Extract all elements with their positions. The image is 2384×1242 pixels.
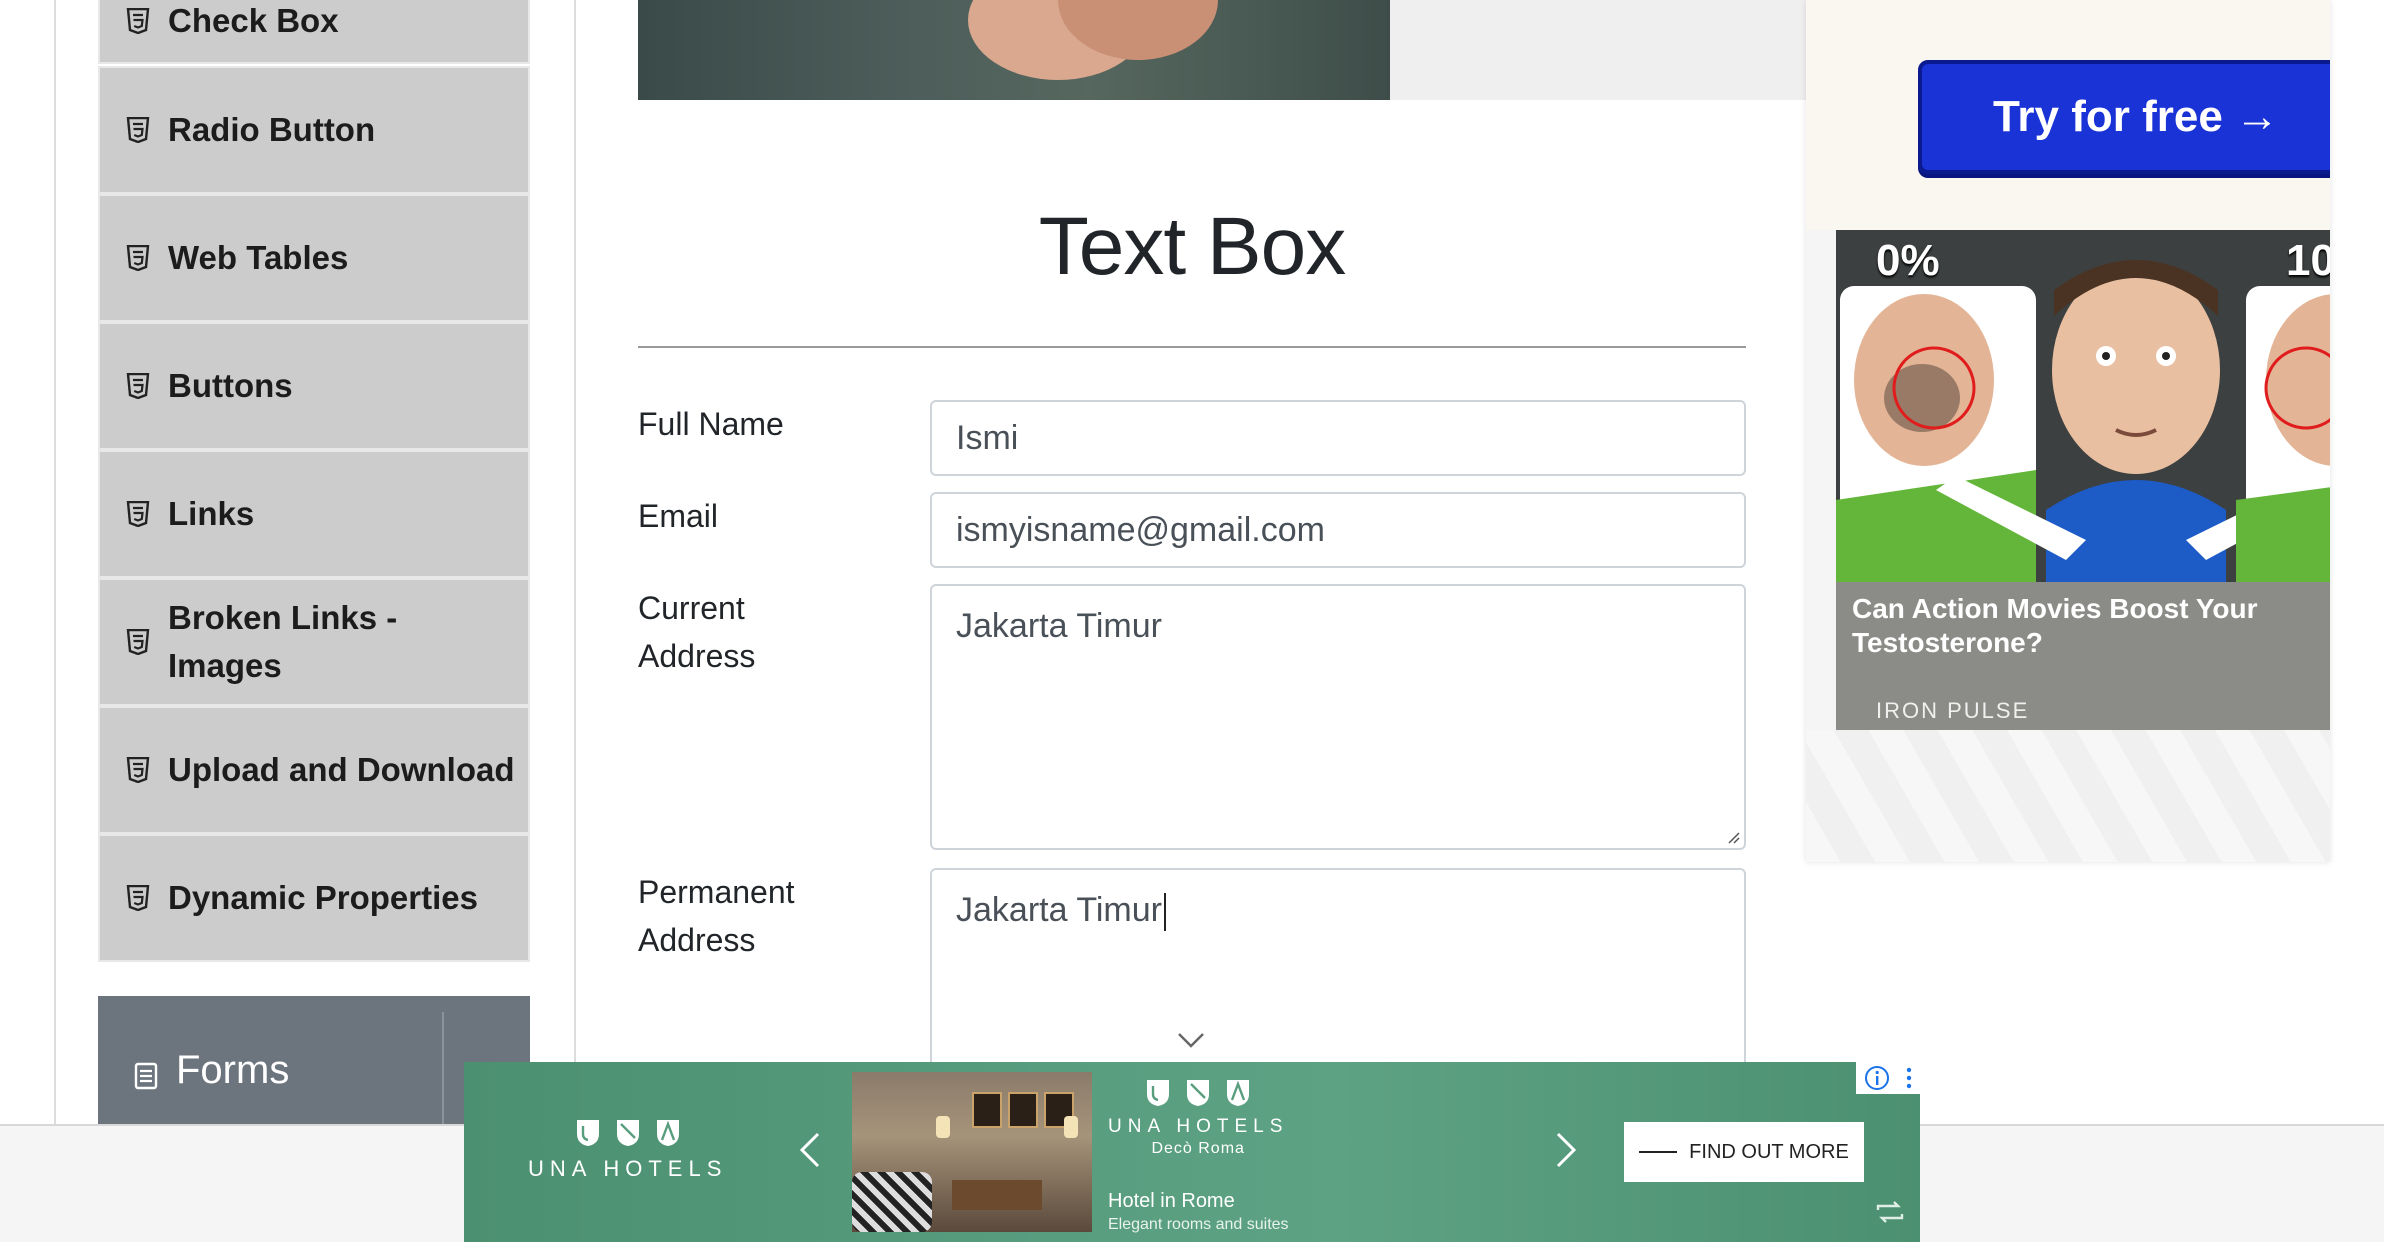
promo-percent-right: 100%	[2286, 236, 2330, 285]
sidebar-item-label: Links	[168, 495, 255, 532]
full-name-value: Ismi	[956, 419, 1019, 457]
current-address-label-line: Address	[638, 638, 756, 674]
html5-icon	[126, 8, 150, 34]
chevron-left-icon[interactable]	[798, 1130, 822, 1170]
sidebar-item-label: Dynamic Properties	[168, 879, 478, 916]
replay-icon[interactable]	[1874, 1198, 1906, 1226]
permanent-address-value: Jakarta Timur	[956, 891, 1162, 929]
armchair	[852, 1172, 932, 1232]
promo-image: 0% 100%	[1836, 230, 2330, 582]
permanent-address-label-line: Address	[638, 922, 756, 958]
full-name-label: Full Name	[638, 406, 784, 442]
sidebar-item-upload-and-download[interactable]: Upload and Download	[98, 706, 530, 834]
hotel-name: Hotel in Rome	[1108, 1190, 1235, 1212]
right-ad[interactable]: Try for free → 0% 10 Can Action Movies B…	[1806, 0, 2330, 862]
banner-background	[1390, 0, 1808, 100]
more-options-icon[interactable]	[1905, 1065, 1913, 1091]
shield-icon	[1187, 1080, 1210, 1106]
sidebar-item-buttons[interactable]: Buttons	[98, 322, 530, 450]
sidebar-divider	[574, 0, 576, 1124]
hotel-room-image	[852, 1072, 1092, 1232]
una-hotels-deco-roma-logo: UNA HOTELS Decò Roma	[1108, 1078, 1288, 1158]
find-out-more-button[interactable]: FIND OUT MORE	[1624, 1122, 1864, 1182]
email-label: Email	[638, 498, 719, 534]
sidebar-item-label: Radio Button	[168, 111, 376, 148]
wall-art	[1008, 1092, 1038, 1128]
info-icon[interactable]	[1864, 1065, 1890, 1091]
shield-icon	[1147, 1080, 1170, 1106]
page: Check Box Radio Button Web Tables Button…	[0, 0, 2384, 1242]
email-input[interactable]: ismyisname@gmail.com	[930, 492, 1746, 568]
full-name-input[interactable]: Ismi	[930, 400, 1746, 476]
ad-background-pattern	[1806, 730, 2330, 862]
email-value: ismyisname@gmail.com	[956, 511, 1325, 549]
document-icon	[134, 1062, 158, 1090]
try-for-free-button[interactable]: Try for free →	[1918, 60, 2330, 174]
shield-icon	[616, 1120, 639, 1146]
html5-icon	[126, 885, 150, 911]
shield-icon	[1227, 1080, 1250, 1106]
banner-image	[638, 0, 1390, 100]
text-cursor	[1163, 893, 1166, 932]
html5-icon	[126, 373, 150, 399]
sidebar-item-broken-links-images[interactable]: Broken Links - Images	[98, 578, 530, 706]
promo-percent-left: 0%	[1876, 236, 1940, 285]
una-hotels-logo: UNA HOTELS	[528, 1118, 727, 1182]
sidebar-item-dynamic-properties[interactable]: Dynamic Properties	[98, 834, 530, 962]
sidebar-item-web-tables[interactable]: Web Tables	[98, 194, 530, 322]
current-address-label: Current Address	[638, 584, 755, 680]
html5-icon	[126, 501, 150, 527]
current-address-textarea[interactable]: Jakarta Timur	[930, 584, 1746, 850]
una-hotels-wordmark: UNA HOTELS	[1108, 1116, 1289, 1137]
sidebar-item-radio-button[interactable]: Radio Button	[98, 66, 530, 194]
sidebar-item-label: Check Box	[168, 2, 339, 39]
page-title: Text Box	[1038, 201, 1346, 292]
sidebar-item-links[interactable]: Links	[98, 450, 530, 578]
chevron-right-icon[interactable]	[1554, 1130, 1578, 1170]
find-out-more-label: FIND OUT MORE	[1689, 1140, 1849, 1163]
lamp	[1064, 1116, 1078, 1138]
promo-brand: IRON PULSE	[1876, 698, 2030, 723]
current-address-label-line: Current	[638, 590, 745, 626]
chevron-down-icon[interactable]	[1176, 1030, 1206, 1050]
left-border	[54, 0, 56, 1124]
permanent-address-label-line: Permanent	[638, 874, 795, 910]
sidebar-group-separator	[442, 1012, 444, 1124]
una-hotels-wordmark: UNA HOTELS	[528, 1156, 728, 1181]
shield-icon	[656, 1120, 679, 1146]
dash-decoration	[1639, 1151, 1678, 1153]
logo-shields	[575, 1118, 681, 1148]
coffee-table	[952, 1180, 1042, 1210]
sub-brand: Decò Roma	[1151, 1140, 1245, 1157]
current-address-value: Jakarta Timur	[956, 607, 1162, 645]
sidebar-item-check-box[interactable]: Check Box	[98, 0, 530, 64]
html5-icon	[126, 629, 150, 655]
shield-icon	[576, 1120, 599, 1146]
hotel-tagline: Elegant rooms and suites	[1108, 1216, 1289, 1233]
sidebar-group-label: Forms	[176, 1048, 290, 1092]
ad-choices[interactable]	[1856, 1062, 1920, 1094]
logo-shields	[1145, 1078, 1251, 1108]
html5-icon	[126, 757, 150, 783]
permanent-address-label: Permanent Address	[638, 868, 795, 964]
promo-caption-panel: Can Action Movies Boost Your Testosteron…	[1836, 582, 2330, 730]
html5-icon	[126, 245, 150, 271]
promo-card[interactable]: 0% 100% Can Action Movies Boost Your Tes…	[1836, 230, 2330, 730]
lamp	[936, 1116, 950, 1138]
title-divider	[638, 346, 1746, 348]
sidebar-item-label: Web Tables	[168, 239, 349, 276]
sidebar-item-label: Broken Links - Images	[168, 599, 398, 684]
bottom-ad-banner[interactable]: UNA HOTELS UNA HOTELS Decò Roma Hotel in…	[464, 1062, 1920, 1242]
wall-art	[972, 1092, 1002, 1128]
sidebar-item-label: Buttons	[168, 367, 293, 404]
promo-headline[interactable]: Can Action Movies Boost Your Testosteron…	[1852, 592, 2292, 660]
sidebar-item-label: Upload and Download	[168, 751, 515, 788]
html5-icon	[126, 117, 150, 143]
resize-handle-icon[interactable]	[1724, 828, 1740, 844]
permanent-address-textarea[interactable]: Jakarta Timur	[930, 868, 1746, 1068]
